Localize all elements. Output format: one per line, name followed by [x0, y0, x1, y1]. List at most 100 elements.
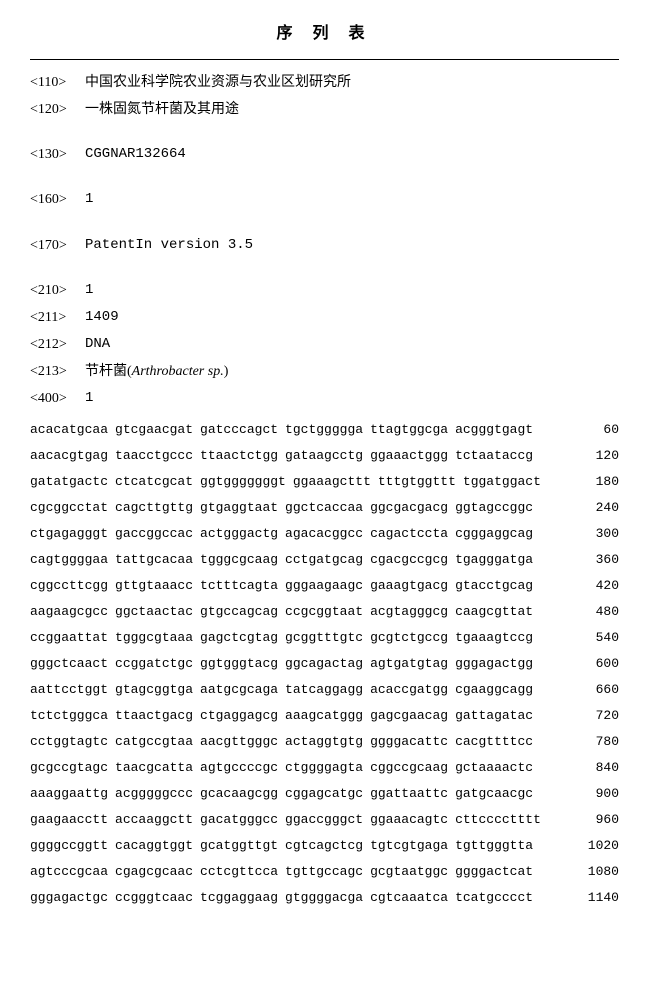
sequence-block: gcacaagcgg — [200, 781, 278, 807]
tag-120: <120> — [30, 97, 85, 122]
sequence-block: ggattaattc — [370, 781, 448, 807]
sequence-block: tgctggggga — [285, 417, 363, 443]
sequence-block: tgggcgtaaa — [115, 625, 193, 651]
value-212: DNA — [85, 332, 619, 357]
sequence-block: aacgttgggc — [200, 729, 278, 755]
sequence-blocks: aattcctggtgtagcggtgaaatgcgcagatatcaggagg… — [30, 677, 533, 703]
value-210: 1 — [85, 278, 619, 303]
sequence-position: 1020 — [569, 833, 619, 859]
sequence-block: gaagaacctt — [30, 807, 108, 833]
sequence-block: tgagggatga — [455, 547, 533, 573]
sequence-block: tgggcgcaag — [200, 547, 278, 573]
sequence-position: 60 — [569, 417, 619, 443]
sequence-row: gaagaaccttaccaaggcttgacatgggccggaccgggct… — [30, 807, 619, 833]
divider-line — [30, 59, 619, 60]
sequence-block: ggtgggggggt — [200, 469, 286, 495]
sequence-position: 780 — [569, 729, 619, 755]
field-160: <160> 1 — [30, 187, 619, 212]
sequence-position: 120 — [569, 443, 619, 469]
sequence-block: gcatggttgt — [200, 833, 278, 859]
sequence-row: gatatgactcctcatcgcatggtgggggggtggaaagctt… — [30, 469, 619, 495]
sequence-block: gcgtctgccg — [370, 625, 448, 651]
sequence-block: gatcccagct — [200, 417, 278, 443]
field-110: <110> 中国农业科学院农业资源与农业区划研究所 — [30, 70, 619, 95]
sequence-row: aacacgtgagtaacctgcccttaactctgggataagcctg… — [30, 443, 619, 469]
sequence-block: tgttgggtta — [455, 833, 533, 859]
sequence-block: tattgcacaa — [115, 547, 193, 573]
value-160: 1 — [85, 187, 619, 212]
sequence-block: ggctaactac — [115, 599, 193, 625]
sequence-blocks: cggccttcgggttgtaaacctctttcagtagggaagaagc… — [30, 573, 533, 599]
sequence-block: ggaaacagtc — [370, 807, 448, 833]
sequence-block: agtcccgcaa — [30, 859, 108, 885]
sequence-row: ccggaattattgggcgtaaagagctcgtaggcggtttgtc… — [30, 625, 619, 651]
sequence-blocks: tctctgggcattaactgacgctgaggagcgaaagcatggg… — [30, 703, 533, 729]
sequence-block: cgtcagctcg — [285, 833, 363, 859]
sequence-block: aattcctggt — [30, 677, 108, 703]
sequence-block: gtcgaacgat — [115, 417, 193, 443]
sequence-row: cggccttcgggttgtaaacctctttcagtagggaagaagc… — [30, 573, 619, 599]
sequence-block: acgggtgagt — [455, 417, 533, 443]
sequence-block: ctggggagta — [285, 755, 363, 781]
sequence-block: cgagcgcaac — [115, 859, 193, 885]
sequence-block: ggtgggtacg — [200, 651, 278, 677]
sequence-block: gcgccgtagc — [30, 755, 108, 781]
sequence-block: gtggggacga — [285, 885, 363, 911]
sequence-blocks: gcgccgtagc taacgcatta agtgccccgc ctggggagta… — [30, 755, 533, 781]
sequence-blocks: gggagactgcccgggtcaactcggaggaaggtggggacga… — [30, 885, 533, 911]
sequence-block: cagcttgttg — [115, 495, 193, 521]
sequence-block: cggagcatgc — [285, 781, 363, 807]
sequence-block: gtacctgcag — [455, 573, 533, 599]
sequence-block: ggaaactggg — [370, 443, 448, 469]
sequence-block: ggggacattc — [370, 729, 448, 755]
sequence-blocks: cctggtagtccatgccgtaaaacgttgggcactaggtgtg… — [30, 729, 533, 755]
sequence-block: ccggatctgc — [115, 651, 193, 677]
tag-110: <110> — [30, 70, 85, 95]
sequence-row: agtcccgcaacgagcgcaaccctcgttccatgttgccagc… — [30, 859, 619, 885]
sequence-blocks: ctgagagggtgaccggccacactgggactgagacacggcc… — [30, 521, 533, 547]
sequence-block: caagcgttat — [455, 599, 533, 625]
sequence-block: cacaggtggt — [115, 833, 193, 859]
sequence-position: 420 — [569, 573, 619, 599]
field-170: <170> PatentIn version 3.5 — [30, 233, 619, 258]
sequence-block: tcatgcccct — [455, 885, 533, 911]
value-213-prefix: 节杆菌( — [85, 364, 132, 379]
value-211: 1409 — [85, 305, 619, 330]
sequence-block: accaaggctt — [115, 807, 193, 833]
field-211: <211> 1409 — [30, 305, 619, 330]
sequence-block: cgtcaaatca — [370, 885, 448, 911]
sequence-block: gaccggccac — [115, 521, 193, 547]
sequence-block: gatatgactc — [30, 469, 108, 495]
value-130: CGGNAR132664 — [85, 142, 619, 167]
sequence-position: 960 — [569, 807, 619, 833]
sequence-row: cctggtagtccatgccgtaaaacgttgggcactaggtgtg… — [30, 729, 619, 755]
sequence-position: 840 — [569, 755, 619, 781]
sequence-block: gggaagaagc — [285, 573, 363, 599]
sequence-block: acacatgcaa — [30, 417, 108, 443]
sequence-block: ggggactcat — [455, 859, 533, 885]
sequence-block: tctaataccg — [455, 443, 533, 469]
sequence-blocks: aagaagcgccggctaactacgtgccagcagccgcggtaat… — [30, 599, 533, 625]
sequence-block: acgggggccc — [115, 781, 193, 807]
sequence-row: ggggccggttcacaggtggtgcatggttgtcgtcagctcg… — [30, 833, 619, 859]
sequence-block: tttgtggttt — [378, 469, 456, 495]
sequence-block: ggcagactag — [285, 651, 363, 677]
sequence-block: cagtggggaa — [30, 547, 108, 573]
sequence-block: actaggtgtg — [285, 729, 363, 755]
sequence-block: cgggaggcag — [455, 521, 533, 547]
sequence-block: cgacgccgcg — [370, 547, 448, 573]
sequence-block: agtgccccgc — [200, 755, 278, 781]
tag-212: <212> — [30, 332, 85, 357]
sequence-block: taacgcatta — [115, 755, 193, 781]
sequence-block: gaaagtgacg — [370, 573, 448, 599]
sequence-block: agtgatgtag — [370, 651, 448, 677]
sequence-blocks: acacatgcaa gtcgaacgat gatcccagct tgctggggga… — [30, 417, 533, 443]
sequence-block: taacctgccc — [115, 443, 193, 469]
value-110: 中国农业科学院农业资源与农业区划研究所 — [85, 70, 619, 95]
value-400: 1 — [85, 386, 619, 411]
sequence-block: gcgtaatggc — [370, 859, 448, 885]
sequence-block: ggaaagcttt — [293, 469, 371, 495]
sequence-block: ggcgacgacg — [370, 495, 448, 521]
sequence-block: ccgggtcaac — [115, 885, 193, 911]
sequence-block: ccggaattat — [30, 625, 108, 651]
